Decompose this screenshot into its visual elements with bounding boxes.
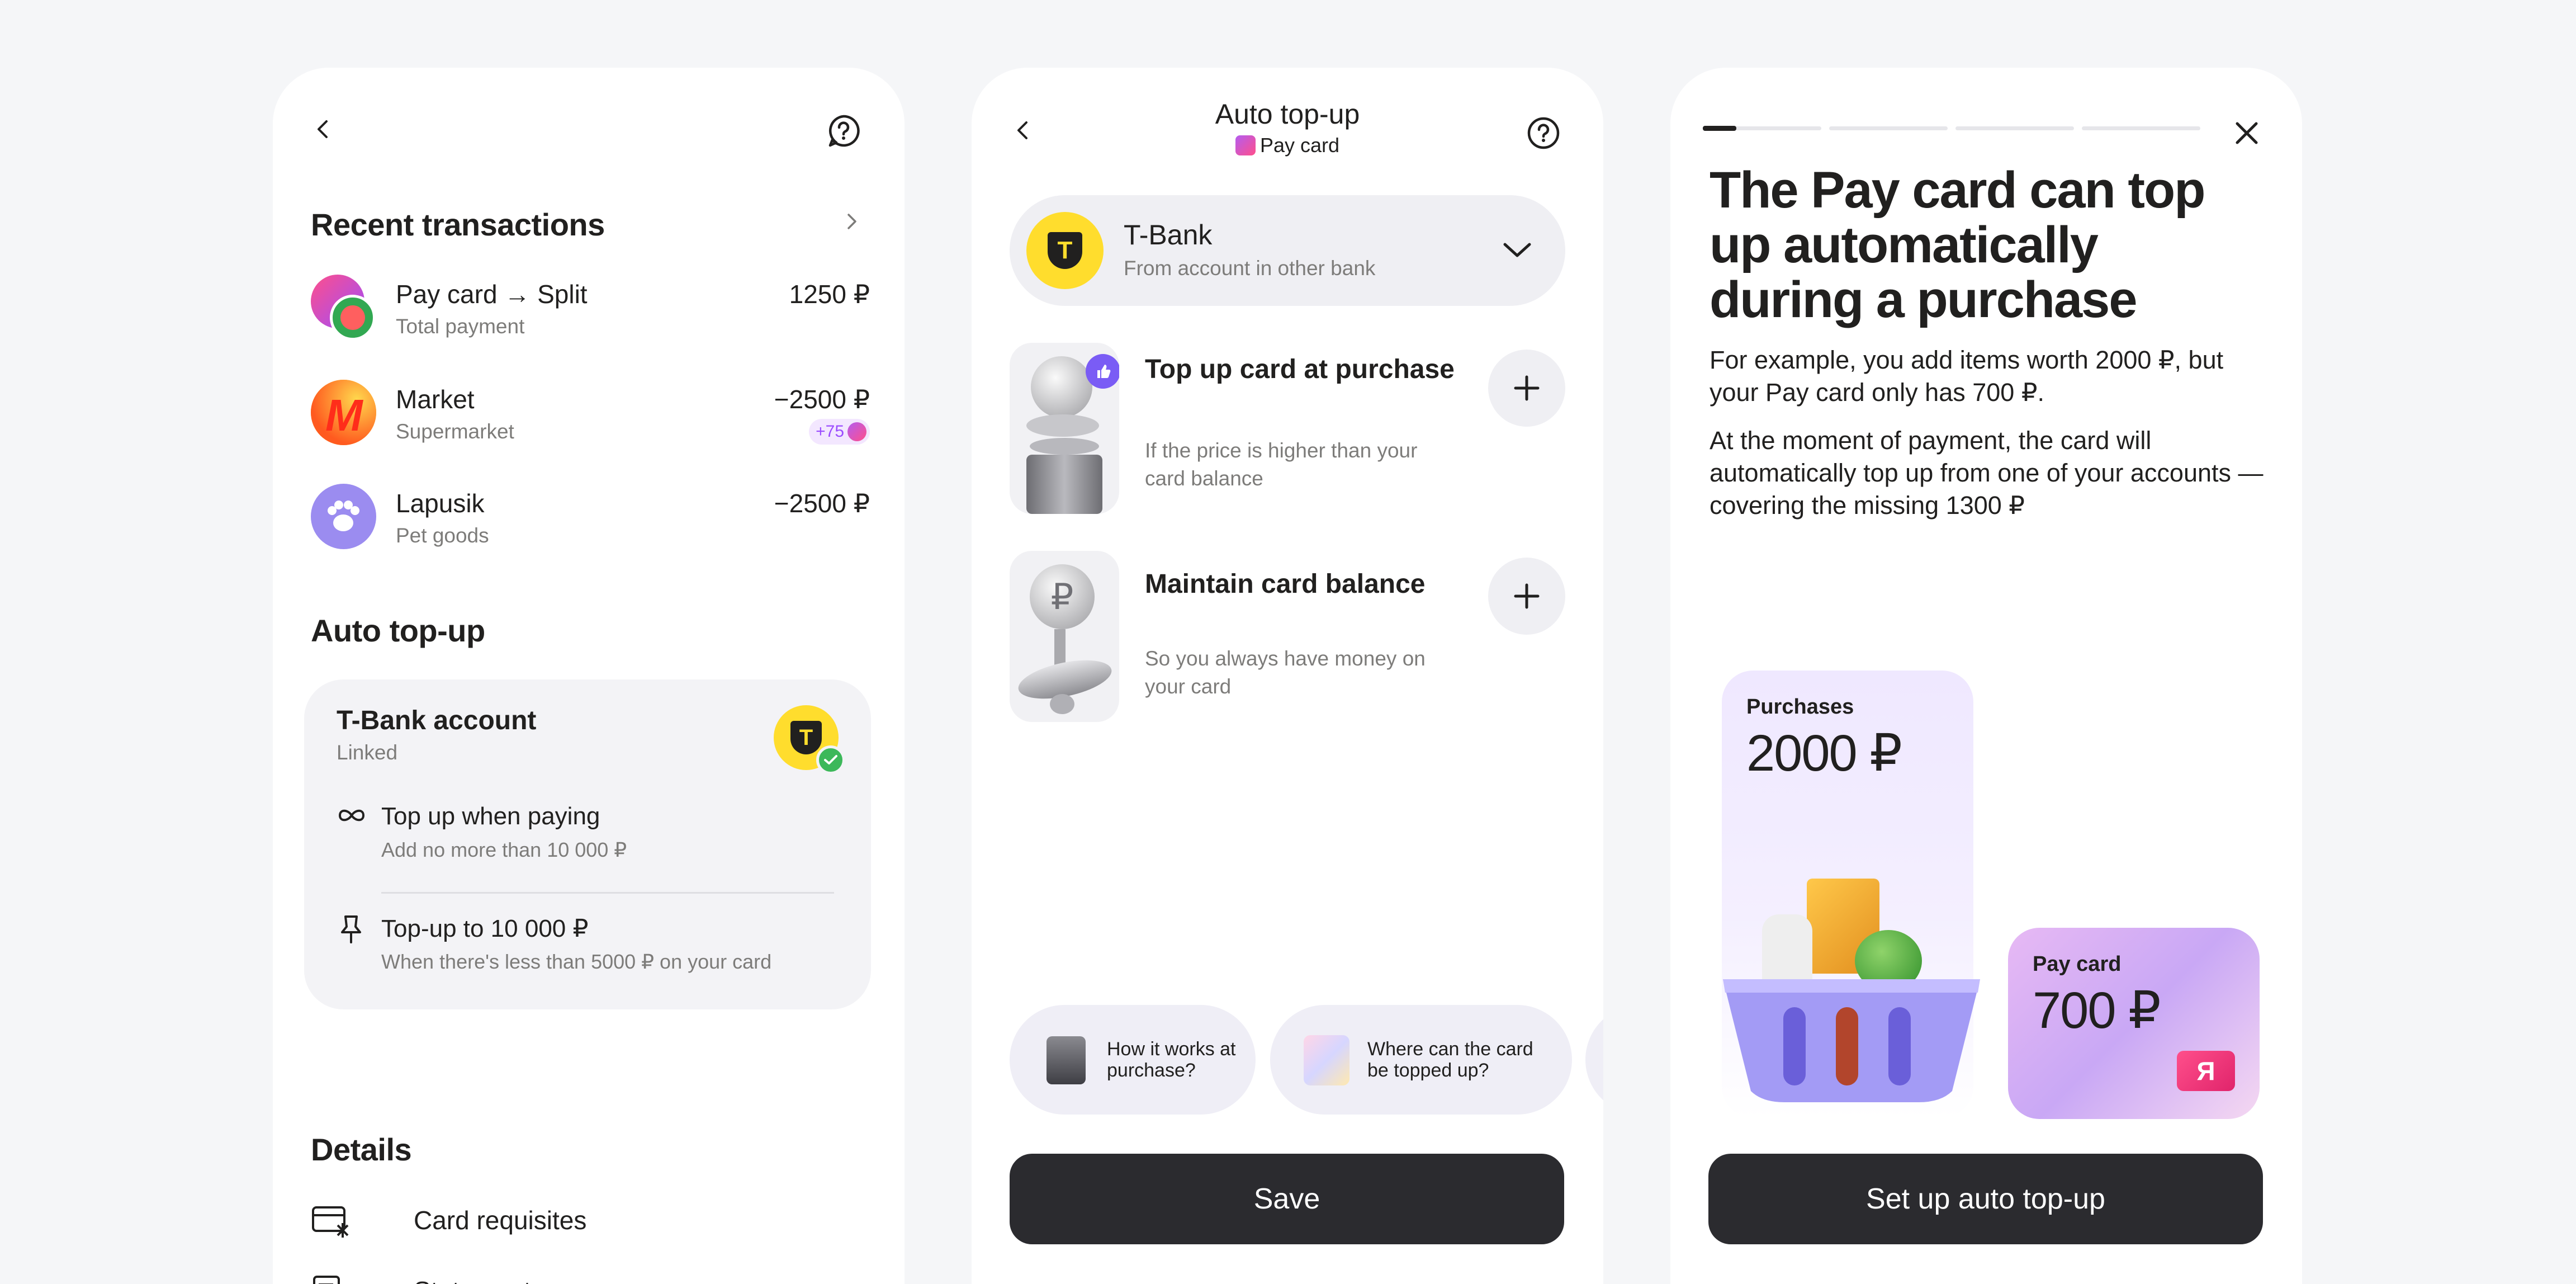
details-item-label: Card requisites <box>414 1206 587 1235</box>
paw-icon <box>311 484 376 549</box>
progress-step <box>2082 126 2200 130</box>
paycard-amount: 700 ₽ <box>2033 982 2161 1039</box>
transactions-screen: Recent transactions Pay card → Split Tot… <box>273 68 905 1284</box>
balance-scale-illustration-icon: ₽ <box>1010 551 1119 722</box>
cashback-badge: +75 <box>809 419 870 445</box>
market-logo-icon: M <box>311 380 376 445</box>
purchases-amount: 2000 ₽ <box>1746 725 1902 782</box>
transaction-title: Pay card → Split <box>396 280 588 309</box>
account-status: Linked <box>337 741 398 764</box>
transaction-row[interactable]: Pay card → Split Total payment 1250 ₽ <box>311 275 870 353</box>
shopping-bags-icon <box>1304 1035 1349 1085</box>
transaction-title: Market <box>396 385 475 414</box>
auto-topup-section-title: Auto top-up <box>311 613 485 648</box>
details-section-title: Details <box>311 1132 412 1167</box>
chip-label: How it works at purchase? <box>1107 1038 1236 1081</box>
recent-transactions-title: Recent transactions <box>311 207 605 242</box>
account-title: T-Bank account <box>337 706 537 735</box>
bank-name: T-Bank <box>1124 219 1213 251</box>
transaction-amount: −2500 ₽ <box>774 385 870 414</box>
progress-step <box>1829 126 1948 130</box>
chip-how-it-works[interactable]: How it works at purchase? <box>1010 1005 1256 1115</box>
chevron-right-icon[interactable] <box>840 209 864 234</box>
statements-icon <box>311 1274 350 1284</box>
infinity-icon <box>337 807 367 827</box>
option-maintain-balance[interactable]: ₽ Maintain card balance So you always ha… <box>1010 551 1565 724</box>
transaction-row[interactable]: M Market Supermarket −2500 ₽ +75 <box>311 380 870 458</box>
close-icon[interactable] <box>2227 114 2266 153</box>
body-paragraph: For example, you add items worth 2000 ₽,… <box>1710 346 2224 407</box>
chevron-down-icon <box>1500 239 1534 264</box>
back-arrow-icon[interactable] <box>306 112 340 146</box>
yandex-logo-icon: Я <box>2177 1051 2235 1091</box>
shopping-bag-icon <box>1046 1036 1086 1084</box>
purchases-label: Purchases <box>1746 695 1854 719</box>
option-title: Top-up to 10 000 ₽ <box>381 915 589 942</box>
option-subtitle: Add no more than 10 000 ₽ <box>381 838 627 861</box>
check-icon <box>816 745 845 775</box>
help-icon[interactable] <box>824 111 863 150</box>
body-paragraph: At the moment of payment, the card will … <box>1710 426 2264 520</box>
card-requisites-icon <box>311 1204 350 1240</box>
save-button[interactable]: Save <box>1010 1154 1564 1244</box>
header-subtitle: Pay card <box>972 134 1603 157</box>
option-subtitle: So you always have money on your card <box>1145 647 1426 698</box>
option-topup-at-purchase[interactable]: Top up card at purchase If the price is … <box>1010 343 1565 516</box>
transaction-amount: −2500 ₽ <box>774 489 870 518</box>
bank-description: From account in other bank <box>1124 257 1376 280</box>
split-avatar-icon <box>330 295 376 341</box>
paycard-label: Pay card <box>2033 952 2122 976</box>
add-option-button[interactable] <box>1488 350 1565 427</box>
help-icon[interactable] <box>1524 114 1563 153</box>
plus-points-icon <box>847 422 866 441</box>
headline: The Pay card can top up automatically du… <box>1710 162 2205 328</box>
coins-gift-illustration-icon <box>1010 343 1119 514</box>
option-title: Maintain card balance <box>1145 569 1426 599</box>
transaction-subtitle: Supermarket <box>396 420 514 443</box>
option-title: Top up when paying <box>381 802 600 830</box>
transaction-row[interactable]: Lapusik Pet goods −2500 ₽ <box>311 484 870 562</box>
chip-label: Where can the card be topped up? <box>1367 1038 1533 1081</box>
pay-card-visual: Pay card 700 ₽ Я <box>2008 928 2260 1119</box>
progress-step-active <box>1703 126 1736 131</box>
details-item-label: Statements <box>414 1276 544 1284</box>
cashback-value: +75 <box>816 422 844 441</box>
progress-step <box>1955 126 2074 130</box>
setup-auto-topup-button[interactable]: Set up auto top-up <box>1708 1154 2263 1244</box>
tbank-logo-icon: T <box>1026 212 1104 289</box>
add-option-button[interactable] <box>1488 558 1565 635</box>
details-item-card-requisites[interactable]: Card requisites <box>311 1201 870 1245</box>
divider <box>381 892 834 894</box>
pay-card-icon <box>1235 135 1256 155</box>
option-subtitle: When there's less than 5000 ₽ on your ca… <box>381 950 772 973</box>
thumbs-up-icon <box>1086 354 1119 389</box>
onboarding-screen: The Pay card can top up automatically du… <box>1670 68 2302 1284</box>
bank-selector[interactable]: T T-Bank From account in other bank <box>1010 195 1565 306</box>
chip-more[interactable] <box>1585 1005 1603 1115</box>
header-subtitle-text: Pay card <box>1259 134 1340 157</box>
header-title: Auto top-up <box>1215 98 1360 130</box>
transaction-subtitle: Total payment <box>396 315 525 338</box>
option-title: Top up card at purchase <box>1145 355 1455 384</box>
transaction-title: Lapusik <box>396 489 485 518</box>
pin-icon <box>339 914 363 947</box>
chip-where-topped-up[interactable]: Where can the card be topped up? <box>1270 1005 1572 1115</box>
details-item-statements[interactable]: Statements <box>311 1272 870 1284</box>
transaction-amount: 1250 ₽ <box>789 280 870 309</box>
transaction-subtitle: Pet goods <box>396 524 489 547</box>
auto-topup-card[interactable]: T-Bank account Linked T Top up when payi… <box>304 679 871 1009</box>
option-subtitle: If the price is higher than your card ba… <box>1145 439 1418 490</box>
grocery-basket-icon <box>1717 879 1986 1119</box>
auto-topup-screen: Auto top-up Pay card T T-Bank From accou… <box>972 68 1603 1284</box>
